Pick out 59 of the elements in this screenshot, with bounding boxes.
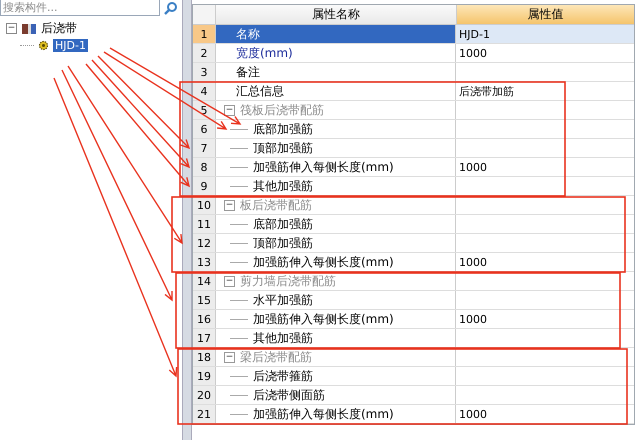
row-number: 15 [193,291,216,309]
property-name: 加强筋伸入每侧长度(mm) [253,406,394,422]
property-name: 汇总信息 [235,82,284,100]
row-number: 21 [193,405,216,423]
property-value[interactable]: 1000 [459,256,487,268]
group-label: 剪力墙后浇带配筋 [240,272,336,290]
property-name: 后浇带箍筋 [253,368,313,384]
tree-item[interactable]: HJD-1 [53,39,88,52]
collapse-toggle[interactable]: − [6,23,17,34]
row-number: 4 [193,82,216,100]
property-name: 加强筋伸入每侧长度(mm) [253,310,394,328]
group-label: 板后浇带配筋 [240,196,312,214]
property-value[interactable]: 后浇带加筋 [459,84,514,98]
property-value[interactable]: 1000 [459,46,487,60]
row-number: 3 [193,63,216,81]
column-header[interactable]: 属性名称 [216,5,457,25]
row-number: 11 [193,215,216,233]
property-name: 顶部加强筋 [253,234,313,252]
column-header[interactable]: 属性值 [457,5,634,25]
row-number: 6 [193,120,216,138]
property-name: 底部加强筋 [253,120,313,138]
row-number: 16 [193,310,216,328]
property-name: 其他加强筋 [253,178,313,194]
property-value[interactable]: 1000 [459,312,487,326]
property-name: 备注 [235,64,260,80]
row-number: 13 [193,253,216,271]
tree-item[interactable]: 后浇带 [41,20,77,37]
search-icon[interactable] [164,1,178,15]
property-name: 底部加强筋 [253,216,313,232]
row-number: 19 [193,367,216,385]
property-name: 加强筋伸入每侧长度(mm) [253,158,394,176]
row-number: 7 [193,139,216,157]
property-name: 名称 [235,26,260,42]
collapse-toggle[interactable]: − [224,276,235,286]
row-number: 17 [193,329,216,347]
search-field[interactable]: 搜索构件... [0,0,160,16]
property-name: 加强筋伸入每侧长度(mm) [253,254,394,270]
row-number: 2 [193,44,216,62]
row-number: 1 [193,25,216,43]
property-name: 顶部加强筋 [253,140,313,156]
property-name: 后浇带侧面筋 [253,386,325,404]
splitter[interactable] [182,0,192,440]
property-name: 其他加强筋 [253,330,313,346]
collapse-toggle[interactable]: − [224,352,235,362]
row-number: 12 [193,234,216,252]
gear-icon [38,40,49,51]
row-number: 20 [193,386,216,404]
row-number: 9 [193,177,216,195]
property-name: 水平加强筋 [253,292,313,308]
row-number: 8 [193,158,216,176]
property-name: 宽度(mm) [235,44,293,62]
group-label: 筏板后浇带配筋 [240,102,324,118]
property-value[interactable]: 1000 [459,408,487,420]
property-value[interactable]: 1000 [459,160,487,174]
property-value[interactable]: HJD-1 [459,28,490,40]
component-icon [21,22,37,35]
collapse-toggle[interactable]: − [224,200,235,210]
group-label: 梁后浇带配筋 [240,348,312,366]
collapse-toggle[interactable]: − [224,104,235,116]
